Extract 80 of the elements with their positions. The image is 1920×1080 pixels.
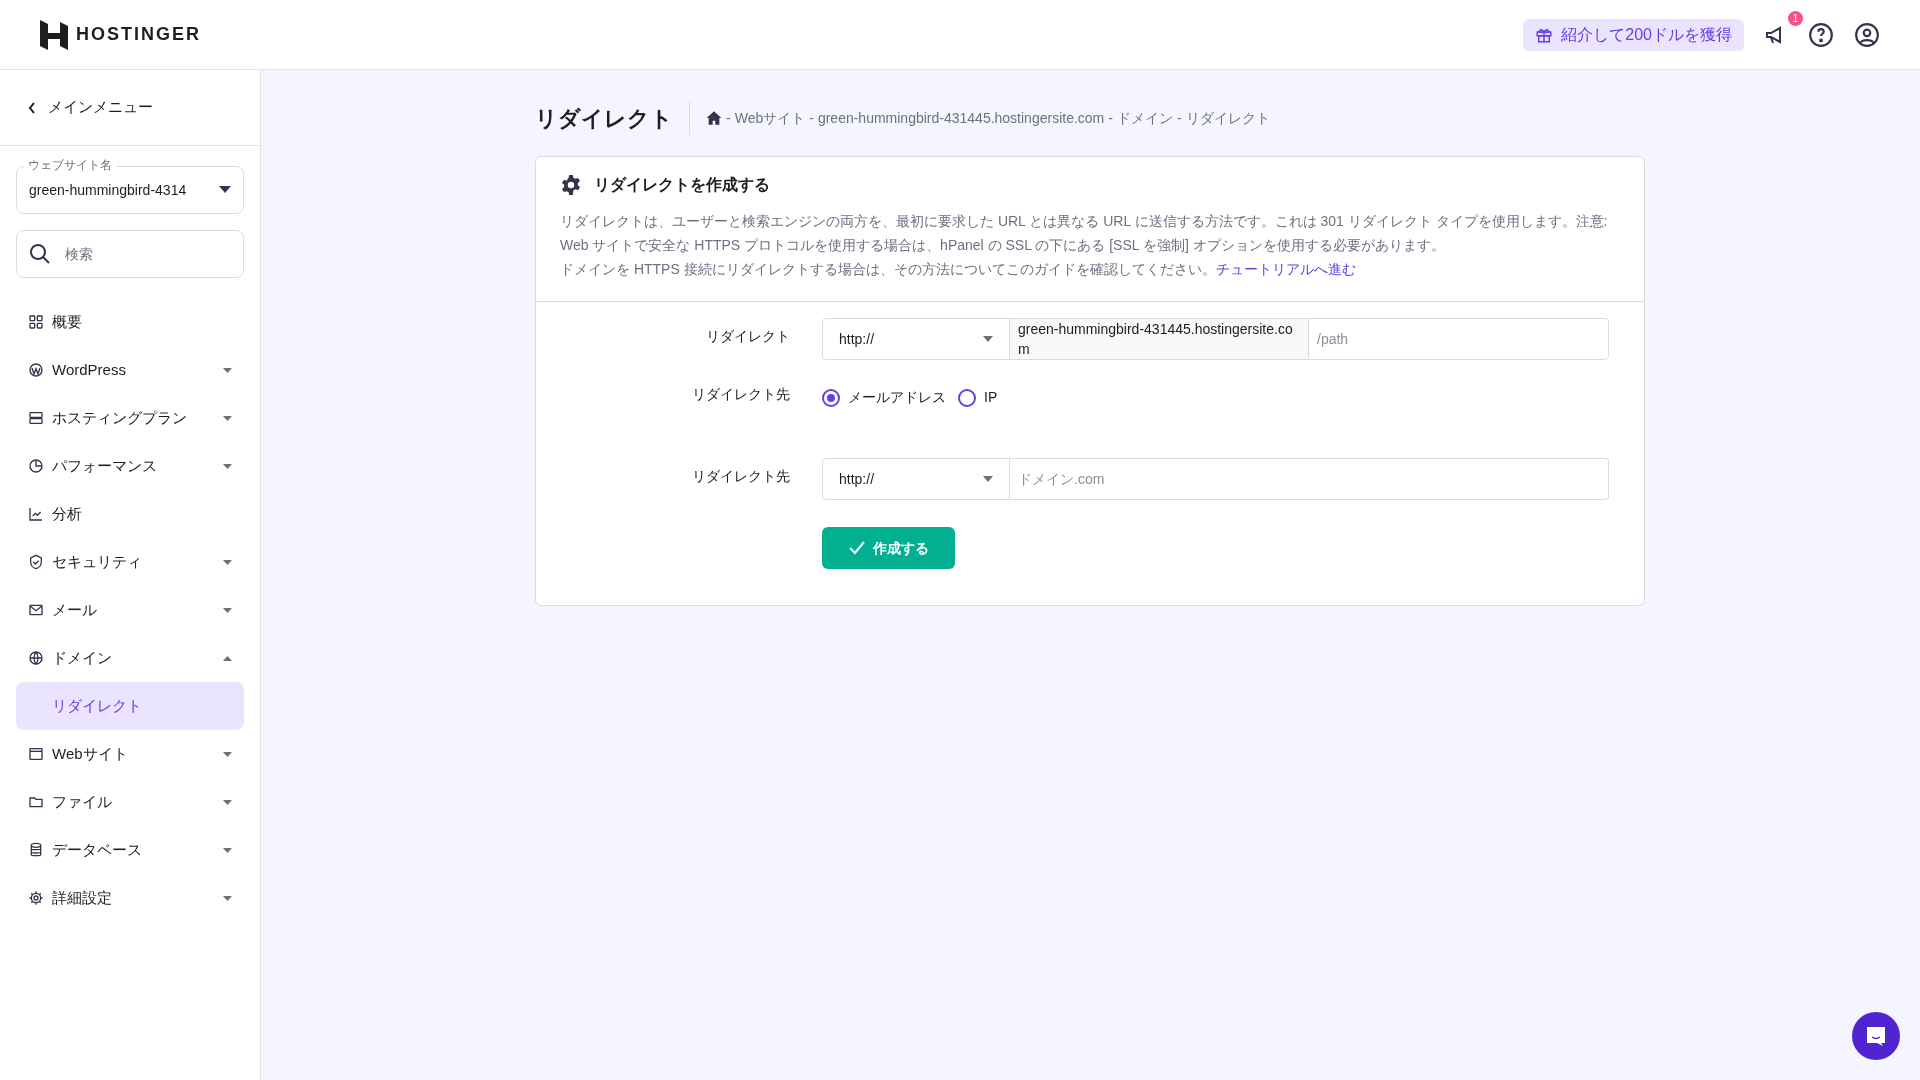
menu-item-icon: [28, 458, 44, 474]
sidebar-item[interactable]: 詳細設定: [16, 874, 244, 922]
chat-button[interactable]: [1852, 1012, 1900, 1060]
sidebar-item[interactable]: ファイル: [16, 778, 244, 826]
breadcrumb-item[interactable]: Webサイト: [734, 107, 806, 129]
caret-icon: [223, 847, 232, 853]
sidebar-item[interactable]: メール: [16, 586, 244, 634]
chat-icon: [1865, 1025, 1887, 1047]
breadcrumb-separator: -: [1176, 108, 1182, 128]
description-text: ドメインを HTTPS 接続にリダイレクトする場合は、その方法についてこのガイドを確認してください。: [560, 260, 1216, 279]
caret-icon: [223, 367, 232, 373]
menu-item-icon: [28, 314, 44, 330]
main-menu-link[interactable]: メインメニュー: [28, 96, 153, 119]
menu-item-icon: [28, 746, 44, 762]
sidebar-item[interactable]: WordPress: [16, 346, 244, 394]
gear-icon: [560, 174, 582, 196]
caret-icon: [219, 186, 231, 194]
menu-item-icon: [28, 602, 44, 618]
description-text: Web サイトで安全な HTTPS プロトコルを使用する場合は、hPanel の SSL の下にある [SSL を強制] オプションを使用する必要があります。: [560, 236, 1446, 255]
caret-icon: [223, 463, 232, 469]
caret-icon: [223, 895, 232, 901]
caret-icon: [223, 655, 232, 661]
search-field[interactable]: 検索: [16, 230, 244, 278]
sidebar-item[interactable]: セキュリティ: [16, 538, 244, 586]
description-text: リダイレクトは、ユーザーと検索エンジンの両方を、最初に要求した URL とは異なる URL に送信する方法です。これは 301 リダイレクト タイプを使用します。注意:: [560, 212, 1609, 231]
field-label: リダイレクト: [705, 327, 791, 346]
home-icon[interactable]: [706, 110, 722, 126]
protocol-select[interactable]: http://: [822, 318, 1010, 360]
breadcrumb-separator: -: [1108, 108, 1113, 128]
menu-item-icon: [28, 890, 44, 906]
caret-icon: [223, 751, 232, 757]
radio-button[interactable]: [958, 388, 976, 407]
sidebar-item[interactable]: Webサイト: [16, 730, 244, 778]
sidebar-item[interactable]: パフォーマンス: [16, 442, 244, 490]
sidebar-item[interactable]: ホスティングプラン: [16, 394, 244, 442]
caret-icon: [983, 336, 993, 342]
logo-icon: [40, 19, 68, 50]
breadcrumb-item[interactable]: ドメイン: [1116, 107, 1173, 129]
caret-icon: [223, 415, 232, 421]
notification-badge: 1: [1788, 10, 1803, 26]
sidebar-item[interactable]: データベース: [16, 826, 244, 874]
caret-icon: [223, 559, 232, 565]
menu-item-icon: [28, 506, 44, 522]
caret-icon: [223, 607, 232, 613]
radio-button[interactable]: [822, 388, 840, 407]
menu-item-icon: [28, 362, 44, 378]
menu-item-icon: [28, 842, 44, 858]
check-icon: [848, 541, 865, 555]
breadcrumb-item[interactable]: リダイレクト: [1185, 107, 1270, 129]
breadcrumb-separator: -: [726, 108, 731, 128]
radio-option[interactable]: IP: [958, 387, 998, 408]
page-title: リダイレクト: [535, 101, 690, 135]
path-field[interactable]: /path: [1308, 318, 1609, 360]
caret-icon: [983, 476, 993, 482]
sidebar-subitem[interactable]: リダイレクト: [16, 682, 244, 730]
help-icon[interactable]: [1808, 21, 1834, 48]
search-icon: [28, 242, 52, 266]
menu-item-icon: [28, 650, 44, 666]
radio-option[interactable]: メールアドレス: [822, 387, 946, 408]
field-label: ウェブサイト名: [24, 157, 116, 173]
menu-item-icon: [28, 554, 44, 570]
target-domain-field[interactable]: ドメイン.com: [1010, 458, 1609, 500]
menu-item-icon: [28, 794, 44, 810]
field-label: リダイレクト先: [691, 467, 791, 486]
sidebar-item[interactable]: 分析: [16, 490, 244, 538]
referral-button[interactable]: 紹介して200ドルを獲得: [1523, 18, 1744, 51]
chevron-left-icon: [28, 101, 36, 114]
caret-icon: [223, 799, 232, 805]
sidebar-item[interactable]: 概要: [16, 298, 244, 346]
breadcrumb-separator: -: [809, 108, 814, 128]
field-label: リダイレクト先: [691, 385, 791, 404]
breadcrumb-item[interactable]: green-hummingbird-431445.hostingersite.com: [817, 107, 1105, 129]
card-title: リダイレクトを作成する: [594, 175, 770, 195]
logo-text: HOSTINGER: [76, 23, 201, 46]
sidebar-item[interactable]: ドメイン: [16, 634, 244, 682]
menu-item-icon: [28, 410, 44, 426]
tutorial-link[interactable]: チュートリアルへ進む: [1215, 257, 1356, 281]
domain-field: green-hummingbird-431445.hostingersite.com: [1010, 318, 1308, 360]
user-account-icon[interactable]: [1854, 21, 1880, 48]
protocol-select[interactable]: http://: [822, 458, 1010, 500]
